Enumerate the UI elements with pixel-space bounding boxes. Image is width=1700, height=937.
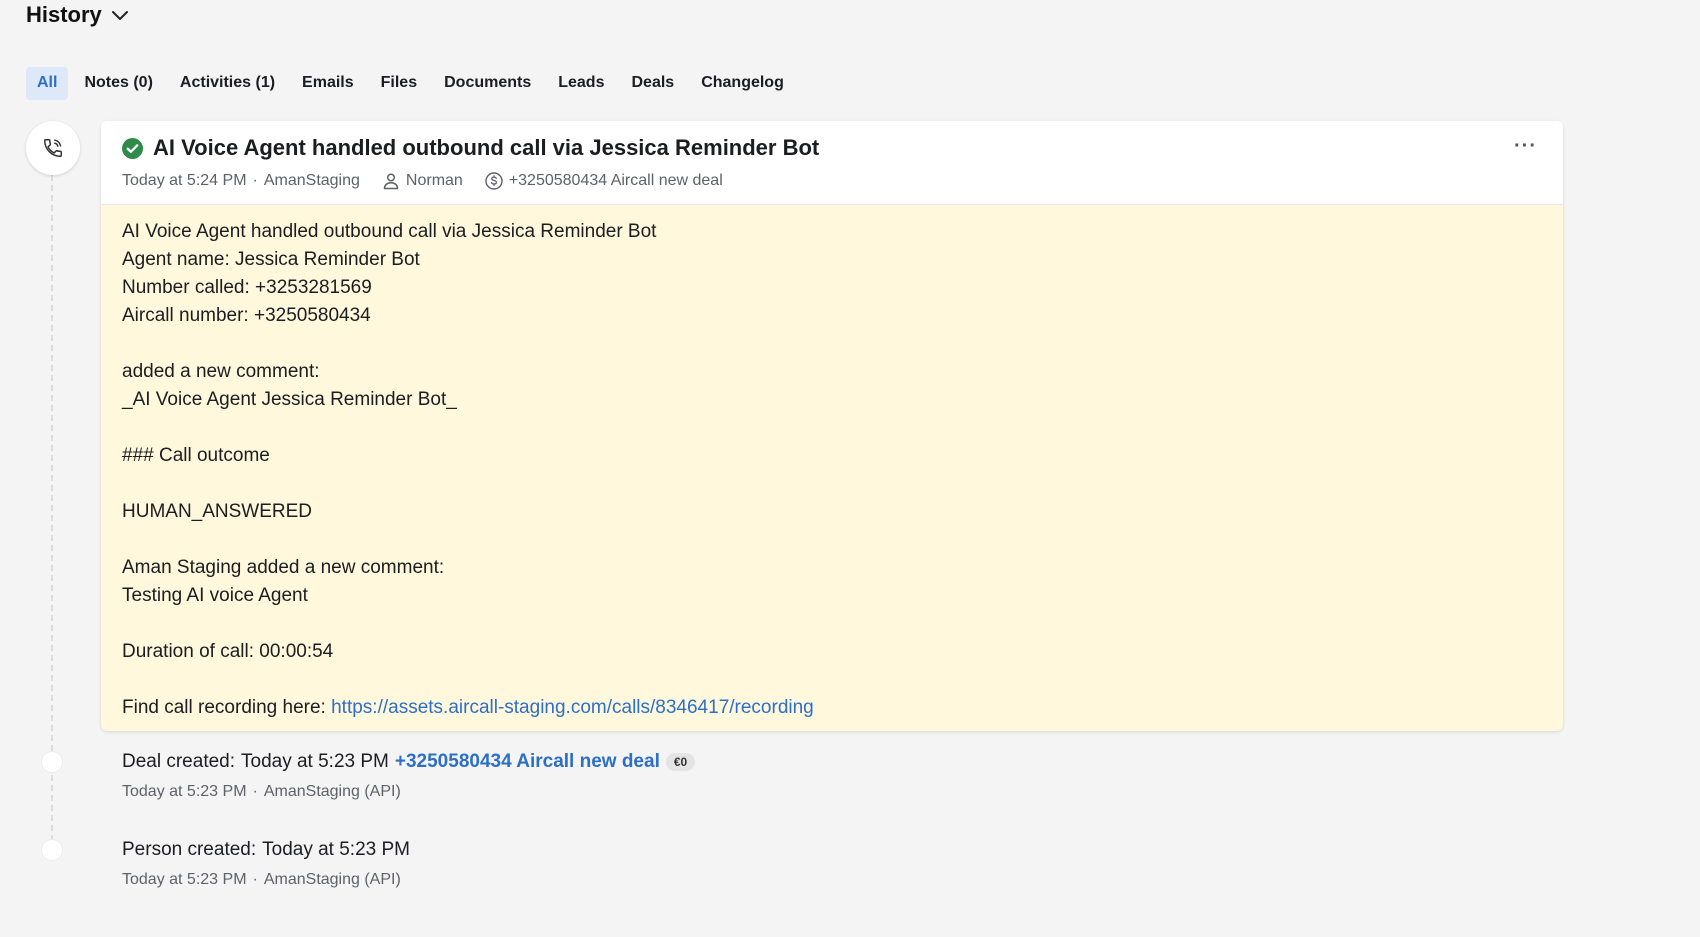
call-note-body: AI Voice Agent handled outbound call via… xyxy=(101,205,1563,722)
card-deal[interactable]: +3250580434 Aircall new deal xyxy=(485,172,723,190)
person-event-label: Person created xyxy=(122,839,251,860)
note-line: AI Voice Agent handled outbound call via… xyxy=(122,221,657,242)
phone-icon xyxy=(44,139,62,157)
meta-separator: · xyxy=(252,172,258,189)
note-line: _AI Voice Agent Jessica Reminder Bot_ xyxy=(122,389,457,410)
card-person-name: Norman xyxy=(405,172,463,189)
meta-separator: · xyxy=(252,871,258,888)
meta-separator: · xyxy=(252,783,258,800)
note-line: Testing AI voice Agent xyxy=(122,585,308,606)
deal-meta-author[interactable]: AmanStaging (API) xyxy=(264,783,401,800)
tab-all[interactable]: All xyxy=(26,67,69,100)
recording-line: Find call recording here: https://assets… xyxy=(122,694,1542,722)
person-event-node xyxy=(41,839,63,861)
call-activity-node xyxy=(26,121,80,175)
person-event-line: Person created: Today at 5:23 PM xyxy=(122,839,410,861)
card-time: Today at 5:24 PM xyxy=(122,172,247,189)
deal-event-label: Deal created xyxy=(122,751,230,772)
note-line: Duration of call: 00:00:54 xyxy=(122,641,334,662)
person-event-meta: Today at 5:23 PM · AmanStaging (API) xyxy=(122,871,410,889)
dollar-circle-icon xyxy=(485,172,503,190)
card-meta: Today at 5:24 PM · AmanStaging Norman +3… xyxy=(122,172,723,190)
tab-changelog[interactable]: Changelog xyxy=(690,67,795,100)
tab-notes[interactable]: Notes (0) xyxy=(73,67,163,100)
note-line xyxy=(122,414,1542,442)
card-title-row: AI Voice Agent handled outbound call via… xyxy=(122,135,819,161)
note-line xyxy=(122,526,1542,554)
note-line xyxy=(122,470,1542,498)
deal-value-badge: €0 xyxy=(665,753,696,771)
note-line: HUMAN_ANSWERED xyxy=(122,501,313,522)
history-title: History xyxy=(26,2,102,27)
card-header: AI Voice Agent handled outbound call via… xyxy=(101,121,1563,205)
card-title[interactable]: AI Voice Agent handled outbound call via… xyxy=(153,135,819,161)
note-line xyxy=(122,666,1542,694)
note-line: added a new comment: xyxy=(122,361,320,382)
note-line xyxy=(122,330,1542,358)
history-tabs: All Notes (0) Activities (1) Emails File… xyxy=(26,67,800,100)
tab-deals[interactable]: Deals xyxy=(620,67,685,100)
card-deal-name: +3250580434 Aircall new deal xyxy=(508,172,723,189)
tab-emails[interactable]: Emails xyxy=(291,67,365,100)
deal-link[interactable]: +3250580434 Aircall new deal xyxy=(395,751,660,773)
deal-event-meta: Today at 5:23 PM · AmanStaging (API) xyxy=(122,783,695,801)
recording-prefix: Find call recording here: xyxy=(122,697,332,718)
check-circle-icon[interactable] xyxy=(122,137,143,159)
call-activity-card: AI Voice Agent handled outbound call via… xyxy=(101,121,1563,731)
deal-event-node xyxy=(41,751,63,773)
chevron-down-icon xyxy=(111,11,128,20)
note-line: ### Call outcome xyxy=(122,445,270,466)
note-line: Agent name: Jessica Reminder Bot xyxy=(122,249,420,270)
person-meta-author[interactable]: AmanStaging (API) xyxy=(264,871,401,888)
person-icon xyxy=(383,173,399,190)
tab-activities[interactable]: Activities (1) xyxy=(169,67,286,100)
history-header[interactable]: History xyxy=(26,2,130,28)
person-created-event: Person created: Today at 5:23 PM Today a… xyxy=(122,839,410,889)
deal-event-line: Deal created: Today at 5:23 PM +32505804… xyxy=(122,751,696,773)
deal-event-time: Today at 5:23 PM xyxy=(241,751,389,772)
person-event-time: Today at 5:23 PM xyxy=(262,839,411,860)
note-line: Aircall number: +3250580434 xyxy=(122,305,371,326)
deal-created-event: Deal created: Today at 5:23 PM +32505804… xyxy=(122,751,696,801)
recording-link[interactable]: https://assets.aircall-staging.com/calls… xyxy=(331,697,814,718)
card-author[interactable]: AmanStaging xyxy=(264,172,360,190)
timeline-line xyxy=(51,175,53,851)
event-colon: : xyxy=(229,751,236,772)
event-colon: : xyxy=(250,839,257,860)
note-line xyxy=(122,610,1542,638)
tab-documents[interactable]: Documents xyxy=(433,67,542,100)
note-line: Aman Staging added a new comment: xyxy=(122,557,445,578)
note-line: Number called: +3253281569 xyxy=(122,277,372,298)
person-meta-time: Today at 5:23 PM xyxy=(122,871,247,888)
tab-files[interactable]: Files xyxy=(370,67,428,100)
deal-meta-time: Today at 5:23 PM xyxy=(122,783,247,800)
tab-leads[interactable]: Leads xyxy=(547,67,615,100)
card-person[interactable]: Norman xyxy=(382,172,463,190)
more-options-button[interactable]: ··· xyxy=(1514,135,1537,158)
